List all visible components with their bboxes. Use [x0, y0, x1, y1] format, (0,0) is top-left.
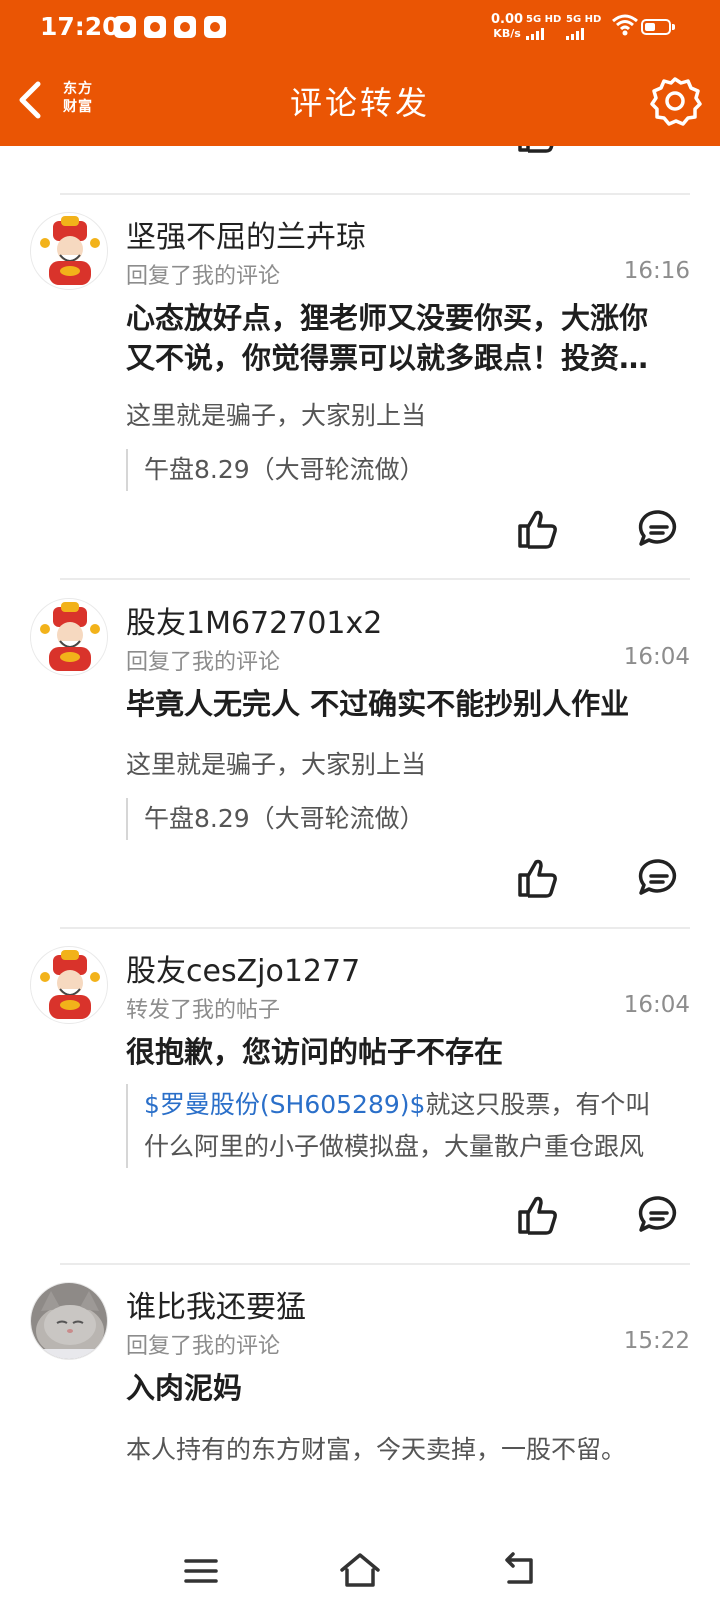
my-comment-text[interactable]: 这里就是骗子，大家别上当 — [126, 745, 426, 781]
comment-icon[interactable] — [636, 855, 682, 901]
home-button[interactable] — [335, 1548, 385, 1594]
battery-icon — [641, 19, 675, 35]
reply-text[interactable]: 入肉泥妈 — [126, 1368, 676, 1408]
signal-sim2-icon: 5G HD — [566, 14, 601, 40]
wechat-icon — [144, 16, 166, 38]
my-comment-text[interactable]: 本人持有的东方财富，今天卖掉，一股不留。 — [126, 1430, 626, 1466]
caishen-avatar-icon — [40, 216, 100, 285]
status-bar: 17:20 0.00 KB/s 5G HD 5G HD — [0, 0, 720, 56]
like-icon[interactable] — [514, 855, 560, 901]
timestamp: 15:22 — [623, 1328, 690, 1354]
back-nav-button[interactable] — [495, 1548, 545, 1594]
reply-text[interactable]: 毕竟人无完人 不过确实不能抄别人作业 — [126, 684, 686, 724]
reply-text[interactable]: 心态放好点，狸老师又没要你买，大涨你又不说，你觉得票可以就多跟点！投资需谨慎 — [126, 298, 676, 378]
back-arrow-icon — [505, 1552, 533, 1584]
caishen-avatar-icon — [40, 602, 100, 671]
quoted-post[interactable]: 午盘8.29（大哥轮流做） — [126, 798, 425, 840]
action-label: 回复了我的评论 — [126, 650, 281, 675]
avatar[interactable] — [30, 212, 108, 290]
settings-button[interactable] — [648, 74, 702, 128]
list-item[interactable]: 坚强不屈的兰卉琼 回复了我的评论 16:16 心态放好点，狸老师又没要你买，大涨… — [0, 194, 720, 580]
stock-link[interactable]: $罗曼股份(SH605289)$ — [144, 1090, 425, 1119]
comment-icon[interactable] — [636, 146, 682, 152]
action-label: 回复了我的评论 — [126, 1334, 281, 1359]
avatar[interactable] — [30, 1282, 108, 1360]
notification-icons — [114, 16, 226, 38]
map-pin-icon — [204, 16, 226, 38]
status-time: 17:20 — [40, 12, 120, 41]
comment-icon[interactable] — [636, 1192, 682, 1238]
menu-button[interactable] — [176, 1548, 226, 1594]
list-item[interactable]: 股友1M672701x2 回复了我的评论 16:04 毕竟人无完人 不过确实不能… — [0, 580, 720, 928]
system-nav-bar — [0, 1530, 720, 1612]
quoted-post[interactable]: $罗曼股份(SH605289)$就这只股票，有个叫什么阿里的小子做模拟盘，大量散… — [126, 1084, 674, 1168]
nav-bar: 东方 财富 评论转发 — [0, 58, 720, 146]
list-item[interactable]: 股友cesZjo1277 转发了我的帖子 16:04 很抱歉，您访问的帖子不存在… — [0, 928, 720, 1264]
page-title: 评论转发 — [289, 84, 430, 122]
network-speed: 0.00 KB/s — [491, 12, 524, 41]
reply-text[interactable]: 很抱歉，您访问的帖子不存在 — [126, 1032, 676, 1072]
app-notification-icon — [174, 16, 196, 38]
notification-feed[interactable]: 坚强不屈的兰卉琼 回复了我的评论 16:16 心态放好点，狸老师又没要你买，大涨… — [0, 146, 720, 1530]
signal-sim1-icon: 5G HD — [526, 14, 561, 40]
quoted-post[interactable]: 午盘8.29（大哥轮流做） — [126, 449, 425, 491]
previous-item-actions — [0, 146, 720, 153]
list-item[interactable]: 谁比我还要猛 回复了我的评论 15:22 入肉泥妈 本人持有的东方财富，今天卖掉… — [0, 1264, 720, 1530]
menu-icon — [184, 1559, 218, 1583]
avatar[interactable] — [30, 598, 108, 676]
wifi-icon — [612, 14, 638, 36]
top-bar: 17:20 0.00 KB/s 5G HD 5G HD 东方 财富 评论转发 — [0, 0, 720, 146]
comment-icon[interactable] — [636, 506, 682, 552]
avatar[interactable] — [30, 946, 108, 1024]
username[interactable]: 谁比我还要猛 — [126, 1282, 306, 1326]
cat-avatar-icon — [31, 1283, 107, 1359]
username[interactable]: 股友cesZjo1277 — [126, 946, 360, 990]
timestamp: 16:04 — [623, 644, 690, 670]
home-icon — [340, 1553, 380, 1587]
timestamp: 16:16 — [623, 258, 690, 284]
caishen-avatar-icon — [40, 950, 100, 1019]
my-comment-text[interactable]: 这里就是骗子，大家别上当 — [126, 396, 426, 432]
username[interactable]: 股友1M672701x2 — [126, 598, 382, 642]
timestamp: 16:04 — [623, 992, 690, 1018]
action-label: 回复了我的评论 — [126, 264, 281, 289]
username[interactable]: 坚强不屈的兰卉琼 — [126, 212, 366, 256]
like-icon[interactable] — [514, 146, 560, 156]
like-icon[interactable] — [514, 1192, 560, 1238]
gear-icon — [650, 77, 702, 126]
action-label: 转发了我的帖子 — [126, 998, 281, 1023]
weibo-icon — [114, 16, 136, 38]
like-icon[interactable] — [514, 506, 560, 552]
